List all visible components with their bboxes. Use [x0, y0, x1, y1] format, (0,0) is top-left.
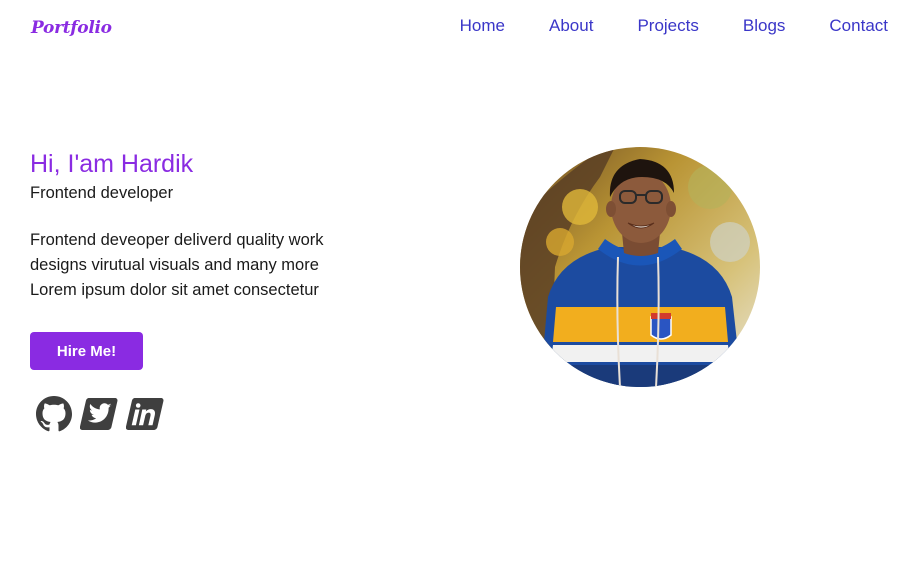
profile-photo-illustration	[520, 147, 760, 387]
nav-links: Home About Projects Blogs Contact	[460, 16, 888, 36]
logo[interactable]: Portfolio	[31, 18, 112, 38]
hero-intro: Hi, I'am Hardik Frontend developer Front…	[30, 148, 390, 303]
hire-me-button[interactable]: Hire Me!	[30, 332, 143, 370]
profile-photo	[520, 147, 760, 387]
linkedin-icon	[126, 398, 164, 430]
github-icon	[36, 396, 72, 432]
nav-link-blogs[interactable]: Blogs	[743, 16, 786, 36]
nav-link-about[interactable]: About	[549, 16, 593, 36]
hero-role: Frontend developer	[30, 184, 174, 202]
twitter-link[interactable]	[80, 394, 120, 434]
hero-description-line: Frontend deveoper deliverd quality work	[30, 231, 324, 249]
github-link[interactable]	[34, 394, 74, 434]
hero-greeting: Hi, I'am Hardik	[30, 150, 194, 178]
navbar: Portfolio Home About Projects Blogs Cont…	[0, 0, 912, 52]
nav-link-home[interactable]: Home	[460, 16, 505, 36]
twitter-icon	[80, 398, 118, 430]
hero-description-line: Lorem ipsum dolor sit amet consectetur	[30, 281, 319, 299]
hero-description-line: designs virutual visuals and many more	[30, 256, 319, 274]
linkedin-link[interactable]	[126, 394, 166, 434]
hero-description: Frontend deveoper deliverd quality work …	[30, 228, 390, 303]
social-links	[34, 394, 166, 434]
nav-link-contact[interactable]: Contact	[829, 16, 888, 36]
nav-link-projects[interactable]: Projects	[637, 16, 698, 36]
